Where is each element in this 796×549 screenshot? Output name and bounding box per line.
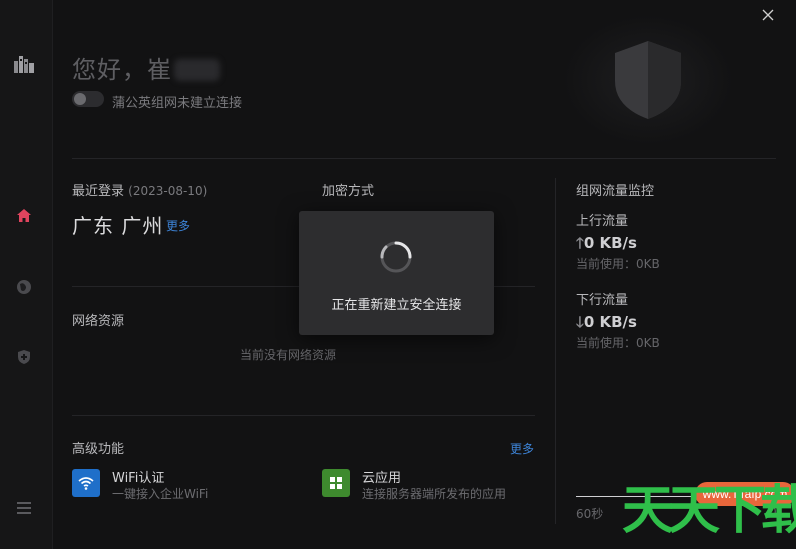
toggle-knob <box>74 93 86 105</box>
download-used: 当前使用：0KB <box>576 336 660 350</box>
arrow-down-icon: 🡓 <box>576 313 584 331</box>
close-icon <box>762 9 774 21</box>
reconnect-dialog: 正在重新建立安全连接 <box>299 211 494 335</box>
traffic-title: 组网流量监控 <box>576 184 655 199</box>
greeting-text: 您好，崔 <box>72 56 172 84</box>
divider-vertical <box>555 178 556 524</box>
advanced-title: 高级功能 <box>72 442 125 457</box>
reconnect-message: 正在重新建立安全连接 <box>331 298 462 313</box>
advanced-more-link[interactable]: 更多 <box>510 440 534 457</box>
menu-icon[interactable] <box>13 497 35 519</box>
connection-status: 蒲公英组网未建立连接 <box>112 96 243 111</box>
cloud-app-icon[interactable] <box>322 469 350 497</box>
wifi-auth-title[interactable]: WiFi认证 <box>112 467 164 486</box>
shield-plus-icon[interactable] <box>13 346 35 368</box>
recent-login-title: 最近登录 (2023-08-10) <box>72 184 208 199</box>
wifi-auth-subtitle: 一键接入企业WiFi <box>112 487 209 501</box>
main-panel: 您好，崔 蒲公英组网未建立连接 最近登录 (2023-08-10) 广东 广州 … <box>53 0 796 549</box>
login-location: 广东 广州 <box>72 214 164 238</box>
sidebar <box>0 0 53 549</box>
divider <box>72 415 535 416</box>
loading-spinner-icon <box>380 241 412 273</box>
upload-used: 当前使用：0KB <box>576 257 660 271</box>
download-label: 下行流量 <box>576 293 629 308</box>
shield-icon <box>563 15 733 145</box>
resources-empty: 当前没有网络资源 <box>240 348 337 362</box>
connection-toggle[interactable] <box>72 91 104 107</box>
wifi-icon[interactable] <box>72 469 100 497</box>
watermark: www.TTafp.com 天天下载 <box>570 474 796 549</box>
globe-icon[interactable] <box>13 276 35 298</box>
close-button[interactable] <box>757 4 779 26</box>
cloud-app-subtitle: 连接服务器端所发布的应用 <box>362 487 507 501</box>
resources-title: 网络资源 <box>72 314 125 329</box>
name-redacted <box>174 59 220 81</box>
divider <box>72 158 776 159</box>
login-more-link[interactable]: 更多 <box>166 217 190 234</box>
watermark-text: 天天下载 <box>622 481 796 541</box>
greeting: 您好，崔 <box>72 50 220 85</box>
cloud-app-title[interactable]: 云应用 <box>362 467 401 486</box>
upload-label: 上行流量 <box>576 214 629 229</box>
city-logo-icon <box>13 52 35 74</box>
home-icon[interactable] <box>13 205 35 227</box>
encryption-title: 加密方式 <box>322 184 375 199</box>
arrow-up-icon: 🡑 <box>576 234 584 252</box>
